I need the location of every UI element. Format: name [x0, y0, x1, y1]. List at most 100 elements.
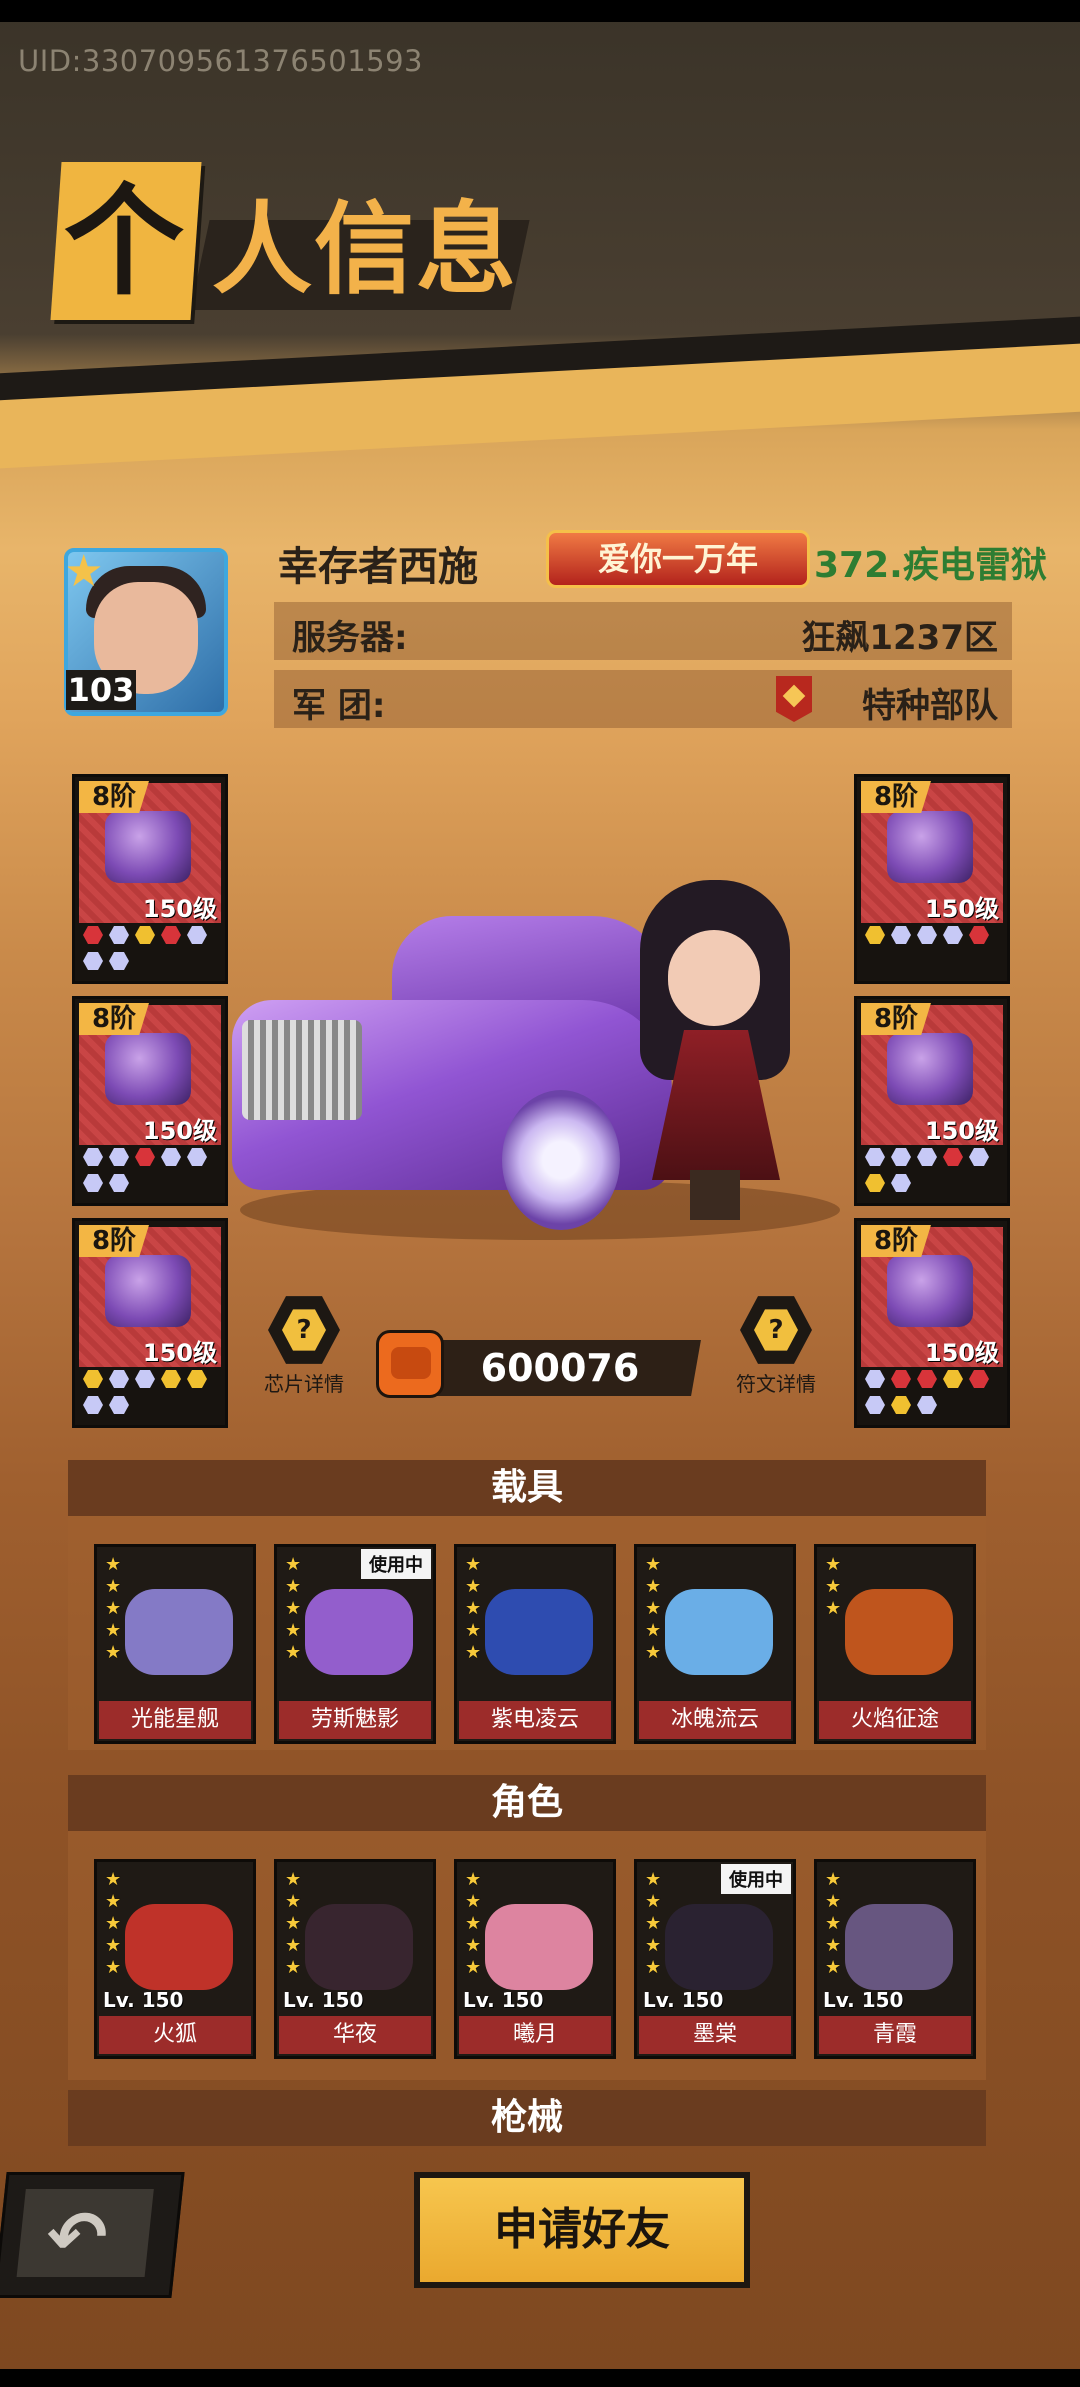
equip-gems [83, 925, 223, 971]
player-level: 103 [66, 670, 136, 710]
vehicles-header: 载具 [68, 1460, 986, 1516]
star-icon: ★ [105, 1642, 122, 1663]
role-card[interactable]: ★ ★ ★ ★ ★ Lv. 150 火狐 [94, 1859, 256, 2059]
in-use-badge: 使用中 [721, 1864, 791, 1894]
gem-icon [865, 926, 885, 944]
role-name: 火狐 [99, 2016, 251, 2054]
equip-slot-right-1[interactable]: 8阶 150级 [854, 774, 1010, 984]
gem-icon [161, 1370, 181, 1388]
equip-slot-left-3[interactable]: 8阶 150级 [72, 1218, 228, 1428]
legion-value[interactable]: 特种部队 [862, 678, 998, 727]
star-icon: ★ [105, 1554, 122, 1575]
gem-icon [109, 1174, 129, 1192]
gem-icon [943, 1370, 963, 1388]
role-name: 墨棠 [639, 2016, 791, 2054]
equip-tier: 8阶 [861, 1225, 931, 1257]
gem-icon [161, 926, 181, 944]
equip-gems [83, 1369, 223, 1415]
role-level: Lv. 150 [283, 1988, 364, 2012]
back-button[interactable]: ↶ [0, 2172, 185, 2298]
vehicle-card[interactable]: ★ ★ ★ ★ ★ 紫电凌云 [454, 1544, 616, 1744]
star-icon: ★ [825, 1891, 842, 1912]
gem-icon [917, 1396, 937, 1414]
vehicle-card[interactable]: ★ ★ ★ ★ ★ 光能星舰 [94, 1544, 256, 1744]
rune-detail-button[interactable]: ? 符文详情 [716, 1294, 836, 1397]
equip-slot-left-2[interactable]: 8阶 150级 [72, 996, 228, 1206]
gem-icon [109, 952, 129, 970]
role-card[interactable]: ★ ★ ★ ★ ★ Lv. 150 曦月 [454, 1859, 616, 2059]
star-icon: ★ [465, 1869, 482, 1890]
equip-tier: 8阶 [861, 1003, 931, 1035]
vehicle-art [101, 1551, 249, 1703]
star-icon: ★ [105, 1598, 122, 1619]
chip-detail-button[interactable]: ? 芯片详情 [244, 1294, 364, 1397]
star-icon: ★ [825, 1576, 842, 1597]
equip-tier: 8阶 [79, 781, 149, 813]
rating-stars: ★ ★ ★ ★ ★ [105, 1870, 121, 1978]
server-label: 服务器: [292, 618, 408, 658]
uid-label: UID:330709561376501593 [18, 44, 423, 78]
star-icon: ★ [285, 1913, 302, 1934]
back-arrow-icon: ↶ [42, 2195, 112, 2279]
star-icon: ★ [645, 1913, 662, 1934]
title-badge: 爱你一万年 [546, 530, 810, 588]
equip-slot-left-1[interactable]: 8阶 150级 [72, 774, 228, 984]
server-row: 服务器: 狂飙1237区 [274, 602, 1012, 660]
car-grille [242, 1020, 362, 1120]
star-icon: ★ [285, 1891, 302, 1912]
page-title: 人信息 [212, 191, 518, 308]
star-icon: ★ [825, 1554, 842, 1575]
equip-level: 150级 [924, 1117, 999, 1145]
role-card[interactable]: ★ ★ ★ ★ ★ Lv. 150 青霞 [814, 1859, 976, 2059]
rating-stars: ★ ★ ★ ★ ★ [285, 1870, 301, 1978]
equip-tier: 8阶 [79, 1003, 149, 1035]
vehicle-card[interactable]: ★ ★ ★ ★ ★ 冰魄流云 [634, 1544, 796, 1744]
equip-level: 150级 [142, 895, 217, 923]
gem-icon [891, 1396, 911, 1414]
star-icon: ★ [645, 1935, 662, 1956]
gem-icon [943, 926, 963, 944]
star-icon: ★ [285, 1642, 302, 1663]
vehicle-art [461, 1551, 609, 1703]
apply-friend-button[interactable]: 申请好友 [414, 2172, 750, 2288]
star-icon: ★ [465, 1554, 482, 1575]
legion-flag-icon [776, 676, 812, 722]
equip-slot-right-3[interactable]: 8阶 150级 [854, 1218, 1010, 1428]
role-card[interactable]: ★ ★ ★ ★ ★ 使用中 Lv. 150 墨棠 [634, 1859, 796, 2059]
role-level: Lv. 150 [103, 1988, 184, 2012]
gem-icon [891, 1174, 911, 1192]
character-legs [690, 1170, 740, 1220]
star-icon: ★ [465, 1891, 482, 1912]
gem-icon [135, 1370, 155, 1388]
gem-icon [865, 1174, 885, 1192]
role-card[interactable]: ★ ★ ★ ★ ★ Lv. 150 华夜 [274, 1859, 436, 2059]
star-icon: ★ [645, 1891, 662, 1912]
star-icon: ★ [105, 1576, 122, 1597]
rating-stars: ★ ★ ★ ★ ★ [465, 1870, 481, 1978]
gem-icon [865, 1370, 885, 1388]
vehicle-card[interactable]: ★ ★ ★ 火焰征途 [814, 1544, 976, 1744]
star-icon: ★ [285, 1620, 302, 1641]
star-icon: ★ [465, 1935, 482, 1956]
chip-detail-label: 芯片详情 [264, 1372, 344, 1396]
server-value: 狂飙1237区 [801, 618, 998, 658]
star-icon: ★ [465, 1576, 482, 1597]
gem-icon [969, 926, 989, 944]
equip-slot-right-2[interactable]: 8阶 150级 [854, 996, 1010, 1206]
equip-level: 150级 [142, 1339, 217, 1367]
vehicle-card[interactable]: ★ ★ ★ ★ ★ 使用中 劳斯魅影 [274, 1544, 436, 1744]
role-level: Lv. 150 [463, 1988, 544, 2012]
weapons-header[interactable]: 枪械 [68, 2090, 986, 2146]
star-icon: ★ [105, 1891, 122, 1912]
rating-stars: ★ ★ ★ ★ ★ [825, 1870, 841, 1978]
gem-icon [83, 1148, 103, 1166]
equip-tier: 8阶 [861, 781, 931, 813]
role-name: 青霞 [819, 2016, 971, 2054]
server-tag: 372.疾电雷狱 [814, 545, 1047, 586]
star-icon: ★ [465, 1598, 482, 1619]
roles-section: 角色 ★ ★ ★ ★ ★ Lv. 150 火狐 ★ ★ ★ ★ ★ Lv. 150 华夜 ★ ★ ★… [68, 1775, 986, 2080]
gem-icon [187, 926, 207, 944]
vehicle-name: 紫电凌云 [459, 1701, 611, 1739]
star-icon: ★ [285, 1869, 302, 1890]
vehicle-name: 劳斯魅影 [279, 1701, 431, 1739]
